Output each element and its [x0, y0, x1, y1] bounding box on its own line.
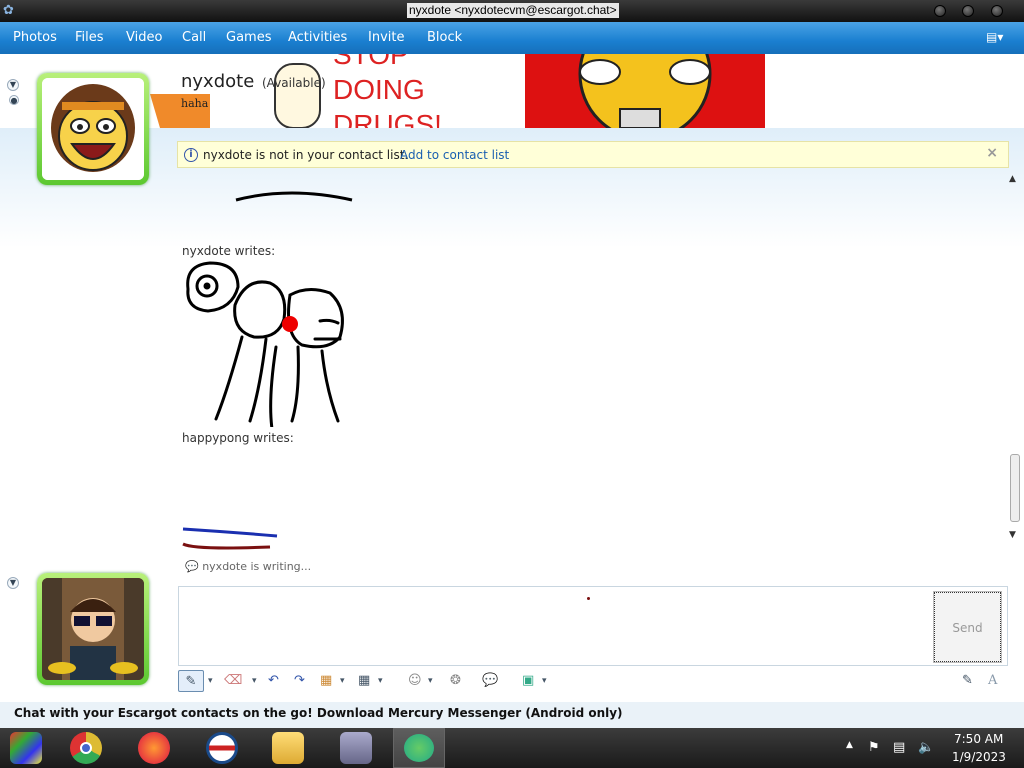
pen-dropdown-icon[interactable]: ▾ — [208, 672, 213, 690]
message-input[interactable] — [178, 586, 1008, 666]
typing-indicator: 💬 nyxdote is writing... — [185, 560, 311, 573]
conversation-scrollbar[interactable]: ▲ ▼ — [1008, 174, 1022, 554]
ink-cursor — [587, 597, 590, 600]
contact-avatar[interactable] — [37, 73, 149, 185]
menu-invite[interactable]: Invite — [368, 30, 404, 45]
not-in-contacts-notice: i nyxdote is not in your contact list. A… — [177, 141, 1009, 168]
voice-clip-icon[interactable]: 💬 — [482, 672, 498, 690]
scroll-down-icon[interactable]: ▼ — [1009, 530, 1016, 540]
ink-drawing-nyxdote — [186, 261, 344, 427]
image-share-icon[interactable]: ▣ — [522, 672, 534, 690]
text-mode-icon[interactable]: A — [988, 672, 997, 690]
obama-logo-icon[interactable] — [206, 732, 238, 764]
image-share-dropdown-icon[interactable]: ▾ — [542, 672, 547, 690]
menu-video[interactable]: Video — [126, 30, 162, 45]
messenger-task-active[interactable] — [393, 728, 445, 768]
speech-bubble-icon: 💬 — [185, 560, 199, 573]
own-avatar[interactable] — [37, 573, 149, 685]
promo-text[interactable]: Chat with your Escargot contacts on the … — [14, 706, 623, 720]
action-center-flag-icon[interactable]: ⚑ — [868, 740, 880, 755]
title-bar[interactable]: ✿ nyxdote <nyxdotecvm@escargot.chat> — [0, 0, 1024, 22]
menu-files[interactable]: Files — [75, 30, 104, 45]
contact-info-icon[interactable]: ● — [9, 95, 19, 105]
ink-drawing-happypong — [182, 527, 278, 550]
taskbar: ▲ ⚑ ▤ 🔈 7:50 AM 1/9/2023 — [0, 728, 1024, 768]
maximize-button[interactable] — [962, 5, 974, 17]
emoticon-icon[interactable]: ☺ — [408, 672, 422, 690]
control-panel-icon[interactable] — [340, 732, 372, 764]
send-button[interactable]: Send — [933, 591, 1002, 663]
options-menu-icon[interactable]: ▤▾ — [986, 30, 1010, 46]
contact-name: nyxdote — [181, 71, 255, 92]
close-button[interactable] — [991, 5, 1003, 17]
promo-banner[interactable]: Chat with your Escargot contacts on the … — [0, 702, 1024, 728]
collapse-own-avatar-icon[interactable]: ▼ — [7, 577, 19, 589]
nudge-icon[interactable]: ❂ — [450, 672, 461, 690]
eraser-dropdown-icon[interactable]: ▾ — [252, 672, 257, 690]
grid-icon[interactable]: ▦ — [358, 672, 370, 690]
clock-date[interactable]: 1/9/2023 — [952, 750, 1006, 764]
contact-personal-message: haha — [181, 97, 209, 110]
clock-time[interactable]: 7:50 AM — [954, 732, 1003, 746]
handwriting-mode-icon[interactable]: ✎ — [962, 672, 973, 690]
pen-tool-icon[interactable]: ✎ — [178, 670, 204, 692]
grid-dropdown-icon[interactable]: ▾ — [378, 672, 383, 690]
contact-status: (Available) — [262, 76, 326, 90]
color-palette-icon[interactable]: ▦ — [320, 672, 332, 690]
scroll-thumb[interactable] — [1010, 454, 1020, 522]
close-notice-icon[interactable]: × — [986, 145, 998, 161]
collapse-contact-icon[interactable]: ▼ — [7, 79, 19, 91]
banner-line-1: STOP — [333, 54, 409, 70]
app-icon: ✿ — [3, 3, 14, 18]
menu-block[interactable]: Block — [427, 30, 462, 45]
network-icon[interactable]: ▤ — [893, 740, 905, 755]
menu-photos[interactable]: Photos — [13, 30, 57, 45]
banner-line-3: DRUGS! — [333, 109, 442, 128]
minimize-button[interactable] — [934, 5, 946, 17]
scroll-up-icon[interactable]: ▲ — [1009, 174, 1016, 184]
undo-icon[interactable]: ↶ — [268, 672, 279, 690]
chrome-icon[interactable] — [70, 732, 102, 764]
emoticon-dropdown-icon[interactable]: ▾ — [428, 672, 433, 690]
menu-games[interactable]: Games — [226, 30, 271, 45]
window-title: nyxdote <nyxdotecvm@escargot.chat> — [407, 3, 619, 18]
menu-activities[interactable]: Activities — [288, 30, 347, 45]
message-author-line: happypong writes: — [182, 431, 294, 445]
banner-line-2: DOING — [333, 74, 425, 105]
contact-avatar-image — [42, 78, 144, 180]
redo-icon[interactable]: ↷ — [294, 672, 305, 690]
ink-drawing-previous — [235, 191, 353, 202]
eraser-icon[interactable]: ⌫ — [224, 672, 242, 690]
input-toolbar: ✎ ▾ ⌫ ▾ ↶ ↷ ▦ ▾ ▦ ▾ ☺ ▾ ❂ 💬 ▣ ▾ ✎ A — [170, 668, 1020, 694]
volume-icon[interactable]: 🔈 — [918, 740, 934, 755]
file-explorer-icon[interactable] — [272, 732, 304, 764]
menu-call[interactable]: Call — [182, 30, 206, 45]
messenger-icon — [404, 734, 434, 762]
info-icon: i — [184, 148, 198, 162]
color-dropdown-icon[interactable]: ▾ — [340, 672, 345, 690]
own-avatar-image — [42, 578, 144, 680]
menu-bar: Photos Files Video Call Games Activities… — [0, 22, 1024, 54]
conversation-window: STOP DOING DRUGS! ▼ ● nyxdote (Available… — [0, 54, 1024, 728]
show-hidden-icons-icon[interactable]: ▲ — [846, 740, 853, 750]
start-menu-icon[interactable] — [10, 732, 42, 764]
notice-text: nyxdote is not in your contact list. — [203, 148, 409, 162]
message-author-line: nyxdote writes: — [182, 244, 276, 258]
firefox-icon[interactable] — [138, 732, 170, 764]
add-to-contact-list-link[interactable]: Add to contact list — [400, 148, 509, 162]
typing-indicator-text: nyxdote is writing... — [202, 560, 312, 573]
